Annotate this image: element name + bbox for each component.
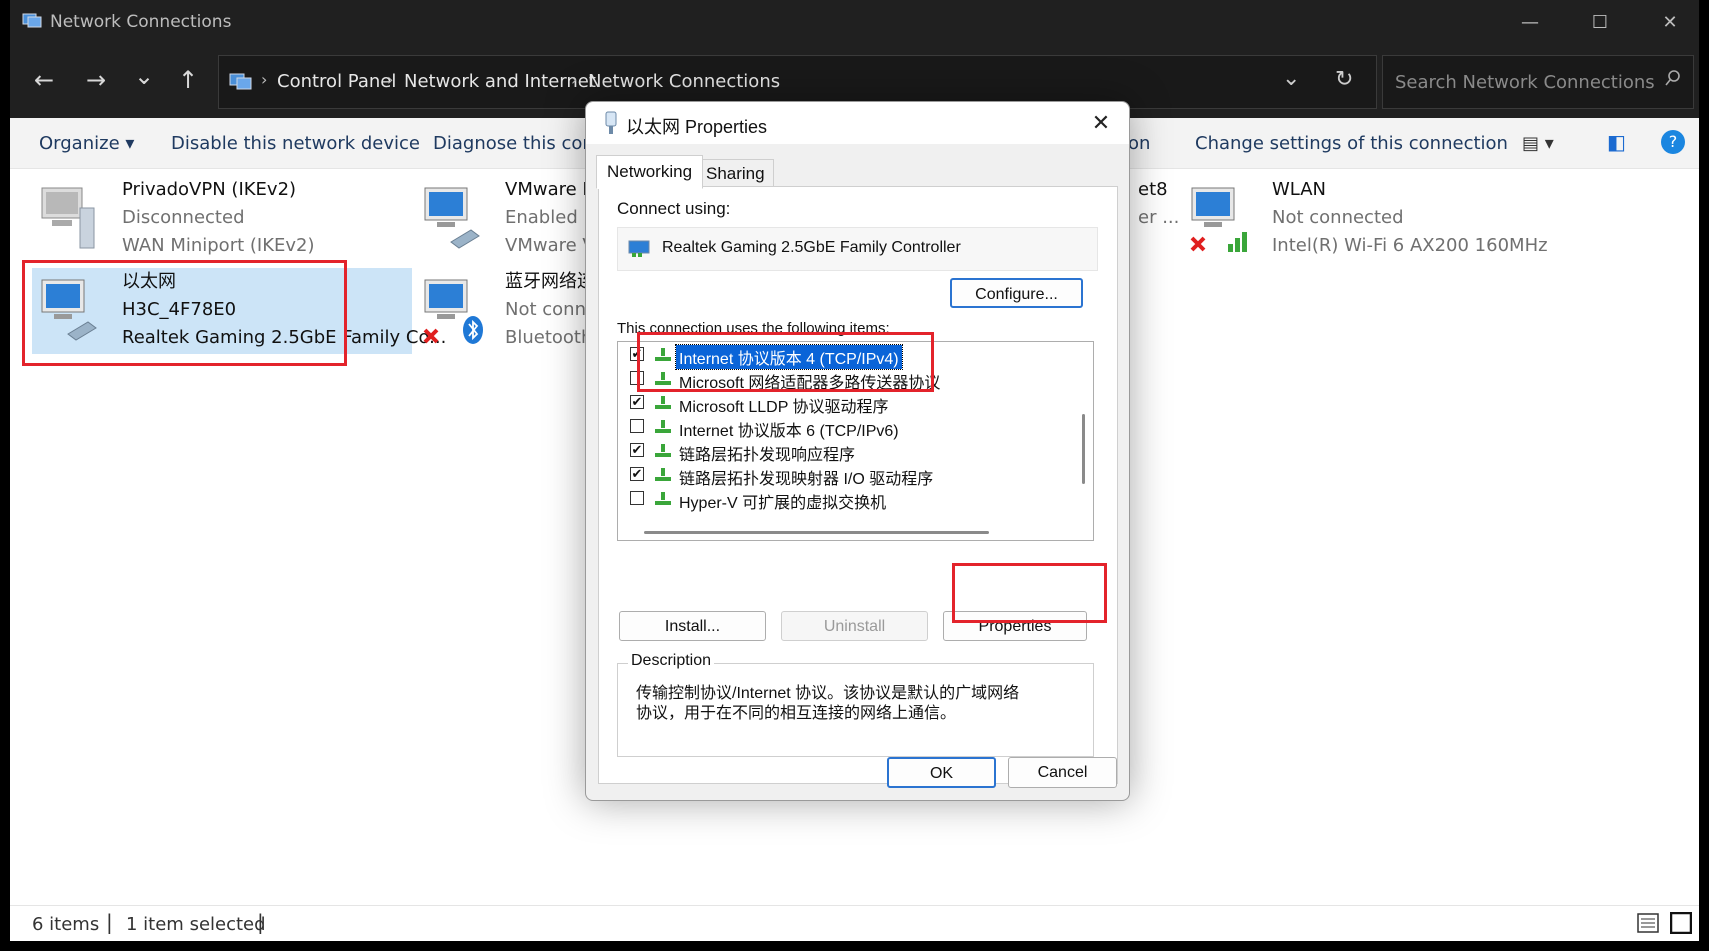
breadcrumb-control-panel[interactable]: Control Panel — [277, 71, 396, 92]
adapter-icon — [628, 240, 650, 257]
connection-status: Disconnected — [122, 207, 245, 228]
dialog-title: 以太网 Properties — [626, 117, 768, 137]
description-group: Description 传输控制协议/Internet 协议。该协议是默认的广域… — [617, 652, 1094, 757]
breadcrumb-network-connections[interactable]: Network Connections — [588, 71, 780, 92]
connection-status: Not connected — [1272, 207, 1404, 228]
highlight-box-properties — [952, 563, 1107, 623]
preview-pane-icon[interactable]: ◧ — [1607, 130, 1626, 154]
connection-item-bluetooth[interactable]: 蓝牙网络连 Not conne Bluetooth D — [415, 268, 612, 354]
tab-networking[interactable]: Networking — [596, 155, 704, 189]
close-window-button[interactable]: ✕ — [1646, 6, 1694, 40]
protocol-icon — [655, 420, 671, 433]
up-button[interactable]: ↑ — [178, 66, 198, 94]
connection-item-privadovpn[interactable]: PrivadoVPN (IKEv2) Disconnected WAN Mini… — [32, 176, 412, 262]
disable-device-button[interactable]: Disable this network device — [171, 133, 420, 154]
list-item-label: Hyper-V 可扩展的虚拟交换机 — [679, 495, 887, 512]
connection-device: Intel(R) Wi-Fi 6 AX200 160MHz — [1272, 235, 1548, 256]
minimize-button[interactable]: — — [1506, 6, 1554, 40]
description-line-1: 传输控制协议/Internet 协议。该协议是默认的广域网络 — [636, 685, 1020, 702]
recent-locations-button[interactable]: ⌄ — [134, 62, 154, 90]
vpn-connection-icon — [41, 187, 95, 249]
properties-dialog: 以太网 Properties ✕ Networking Sharing Conn… — [585, 101, 1130, 801]
address-dropdown-icon[interactable]: ⌄ — [1282, 66, 1300, 91]
protocol-icon — [655, 444, 671, 457]
network-adapter-icon — [605, 111, 617, 134]
description-line-2: 协议，用于在不同的相互连接的网络上通信。 — [636, 705, 957, 722]
forward-button[interactable]: → — [86, 66, 106, 94]
adapter-name: Realtek Gaming 2.5GbE Family Controller — [662, 239, 961, 256]
checkbox[interactable]: ✔ — [630, 467, 644, 481]
protocol-icon — [655, 468, 671, 481]
ethernet-connection-icon — [424, 187, 480, 249]
details-view-icon[interactable] — [1637, 913, 1659, 933]
connection-item-vmware[interactable]: VMware Ne Enabled VMware Vi — [415, 176, 607, 262]
protocol-icon — [655, 396, 671, 409]
item-count: 6 items — [32, 914, 100, 935]
title-bar: Network Connections — ☐ ✕ — [10, 0, 1699, 46]
connection-item-wlan[interactable]: WLAN Not connected Intel(R) Wi-Fi 6 AX20… — [1182, 176, 1572, 262]
help-icon[interactable]: ? — [1661, 130, 1685, 154]
description-label: Description — [628, 652, 715, 670]
window-title: Network Connections — [50, 12, 232, 32]
checkbox[interactable] — [630, 419, 644, 433]
rename-button[interactable]: on — [1128, 133, 1150, 154]
list-item-label: Microsoft LLDP 协议驱动程序 — [679, 399, 889, 416]
status-bar: 6 items | 1 item selected | — [10, 905, 1699, 941]
breadcrumb-separator: › — [261, 70, 268, 89]
checkbox[interactable]: ✔ — [630, 443, 644, 457]
control-panel-icon — [229, 73, 252, 90]
back-button[interactable]: ← — [34, 66, 54, 94]
network-folder-icon — [22, 13, 42, 28]
configure-button[interactable]: Configure... — [950, 278, 1083, 308]
protocol-icon — [655, 492, 671, 505]
large-icons-view-icon[interactable] — [1670, 912, 1692, 934]
networking-panel: Connect using: Realtek Gaming 2.5GbE Fam… — [598, 186, 1118, 784]
dialog-title-bar: 以太网 Properties ✕ — [586, 102, 1129, 144]
diagnose-button[interactable]: Diagnose this conn — [433, 133, 605, 154]
connection-name: et8 — [1138, 179, 1168, 200]
connection-device: er ... — [1138, 207, 1180, 228]
breadcrumb-separator: › — [571, 70, 578, 89]
tab-sharing[interactable]: Sharing — [697, 159, 774, 189]
wifi-connection-icon — [1190, 187, 1247, 252]
view-options-icon[interactable]: ▤ ▾ — [1522, 133, 1554, 154]
checkbox[interactable] — [630, 491, 644, 505]
list-item-label: 链路层拓扑发现响应程序 — [679, 447, 856, 464]
connection-name: WLAN — [1272, 179, 1327, 200]
connection-name: PrivadoVPN (IKEv2) — [122, 179, 297, 200]
change-settings-button[interactable]: Change settings of this connection — [1195, 133, 1508, 154]
breadcrumb-separator: › — [387, 70, 394, 89]
search-box[interactable]: Search Network Connections — [1382, 55, 1694, 109]
connect-using-label: Connect using: — [617, 199, 731, 218]
adapter-box: Realtek Gaming 2.5GbE Family Controller — [617, 227, 1098, 271]
list-item-label: 链路层拓扑发现映射器 I/O 驱动程序 — [679, 471, 934, 488]
highlight-box-ethernet — [22, 260, 347, 366]
selection-count: 1 item selected — [126, 914, 266, 935]
install-button[interactable]: Install... — [619, 611, 766, 641]
maximize-button[interactable]: ☐ — [1576, 6, 1624, 40]
connection-device: WAN Miniport (IKEv2) — [122, 235, 315, 256]
dialog-close-button[interactable]: ✕ — [1083, 106, 1119, 140]
search-input[interactable]: Search Network Connections — [1395, 72, 1655, 93]
checkbox[interactable]: ✔ — [630, 395, 644, 409]
horizontal-scrollbar[interactable] — [644, 531, 989, 534]
search-icon — [1665, 70, 1680, 86]
cancel-button[interactable]: Cancel — [1008, 757, 1117, 788]
vertical-scrollbar[interactable] — [1082, 414, 1085, 484]
ok-button[interactable]: OK — [887, 757, 996, 788]
uninstall-button[interactable]: Uninstall — [781, 611, 928, 641]
breadcrumb-network-and-internet[interactable]: Network and Internet — [404, 71, 596, 92]
bluetooth-connection-icon — [423, 279, 483, 344]
refresh-icon[interactable]: ↻ — [1335, 67, 1353, 92]
list-item-label: Internet 协议版本 6 (TCP/IPv6) — [679, 423, 899, 440]
highlight-box-ipv4 — [637, 332, 934, 392]
organize-menu[interactable]: Organize ▾ — [39, 133, 134, 154]
